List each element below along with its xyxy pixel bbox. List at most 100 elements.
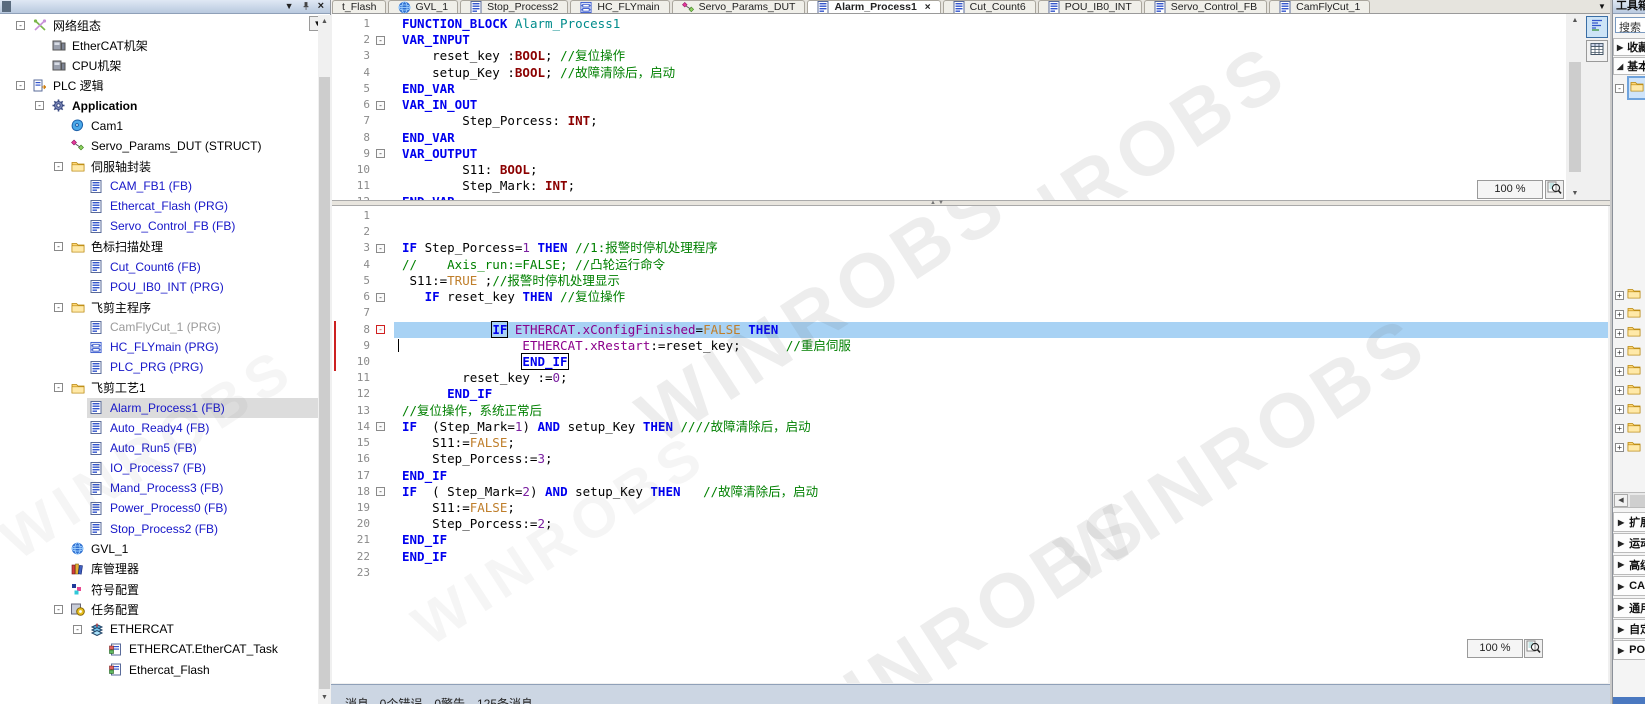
code-line[interactable]: 19 S11:=FALSE; [332,500,1608,516]
code-line[interactable]: 9 ETHERCAT.xRestart:=reset_key; //重启伺服 [332,338,1608,354]
tree-item[interactable]: EtherCAT机架 [0,35,318,55]
tree-item[interactable]: -PLC 逻辑 [0,75,318,95]
breakpoint-margin[interactable] [332,257,342,273]
close-icon[interactable]: × [318,2,324,11]
tab-CamFlyCut_1[interactable]: CamFlyCut_1 [1269,0,1370,13]
code-line[interactable]: 18-IF ( Step_Mark=2) AND setup_Key THEN … [332,484,1608,500]
tree-item[interactable]: Alarm_Process1 (FB) [0,398,318,418]
tree-item[interactable]: GVL_1 [0,539,318,559]
breakpoint-margin[interactable] [332,208,342,224]
breakpoint-margin[interactable] [332,97,342,113]
tree-item[interactable]: Cam1 [0,116,318,136]
code-line[interactable]: 2 [332,224,1608,240]
expander-icon[interactable]: + [1615,405,1624,414]
tab-Servo_Params_DUT[interactable]: Servo_Params_DUT [672,0,806,13]
fold-toggle-icon[interactable]: - [376,422,385,431]
breakpoint-margin[interactable] [332,289,342,305]
tab-Stop_Process2[interactable]: Stop_Process2 [460,0,568,13]
breakpoint-margin[interactable] [332,178,342,194]
breakpoint-margin[interactable] [332,81,342,97]
tree-item[interactable]: PLC_PRG (PRG) [0,357,318,377]
tree-item[interactable]: -网络组态 [0,15,318,35]
toolbox-section-basic[interactable]: ◢ 基本 [1613,57,1645,75]
expander-icon[interactable]: - [16,81,25,90]
tree-item[interactable]: Ethercat_Flash [0,660,318,680]
tree-item[interactable]: -伺服轴封装 [0,156,318,176]
declaration-zoom-level[interactable]: 100 % [1477,180,1543,199]
expander-icon[interactable]: + [1615,367,1624,376]
code-line[interactable]: 5 S11:=TRUE ;//报警时停机处理显示 [332,273,1608,289]
toolbox-category[interactable]: ▶自定义 [1613,619,1645,639]
expander-icon[interactable]: + [1615,291,1624,300]
breakpoint-margin[interactable] [332,273,342,289]
code-line[interactable]: 8END_VAR [332,130,1566,146]
tree-item[interactable]: IO_Process7 (FB) [0,458,318,478]
tree-item[interactable]: Auto_Ready4 (FB) [0,418,318,438]
breakpoint-margin[interactable] [332,162,342,178]
tree-item[interactable]: -任务配置 [0,599,318,619]
expander-icon[interactable]: - [54,162,63,171]
collapse-toggle[interactable]: - [1615,84,1624,93]
code-line[interactable]: 10 END_IF [332,354,1608,370]
implementation-editor[interactable]: 123-IF Step_Porcess=1 THEN //1:报警时停机处理程序… [332,206,1608,683]
toolbox-category[interactable]: ▶扩展 [1613,512,1645,532]
code-line[interactable]: 9-VAR_OUTPUT [332,146,1566,162]
toolbox-folder[interactable]: + [1615,420,1641,438]
tab-overflow-dropdown[interactable]: ▼ [1594,0,1610,13]
breakpoint-margin[interactable] [332,532,342,548]
code-line[interactable]: 21END_IF [332,532,1608,548]
expander-icon[interactable]: + [1615,424,1624,433]
tab-Cut_Count6[interactable]: Cut_Count6 [943,0,1036,13]
toolbox-folder[interactable]: + [1615,439,1641,457]
tree-item[interactable]: 符号配置 [0,579,318,599]
declaration-editor[interactable]: 1FUNCTION_BLOCK Alarm_Process12-VAR_INPU… [332,14,1566,200]
code-line[interactable]: 3-IF Step_Porcess=1 THEN //1:报警时停机处理程序 [332,240,1608,256]
code-line[interactable]: 3 reset_key :BOOL; //复位操作 [332,48,1566,64]
code-line[interactable]: 17END_IF [332,468,1608,484]
declaration-scrollbar[interactable]: ▲ ▼ [1568,14,1582,200]
tree-item[interactable]: -Application [0,96,318,116]
scroll-down-icon[interactable]: ▼ [1568,187,1582,200]
pin-icon[interactable] [302,1,310,13]
tree-item[interactable]: -ETHERCAT [0,619,318,639]
expander-icon[interactable]: + [1615,348,1624,357]
tree-item[interactable]: CPU机架 [0,55,318,75]
breakpoint-margin[interactable] [332,130,342,146]
breakpoint-margin[interactable] [332,113,342,129]
tree-item[interactable]: CamFlyCut_1 (PRG) [0,317,318,337]
code-line[interactable]: 7 [332,305,1608,321]
breakpoint-margin[interactable] [332,451,342,467]
table-view-button[interactable] [1586,40,1608,62]
toolbox-category[interactable]: ▶高级 [1613,555,1645,575]
breakpoint-margin[interactable] [332,419,342,435]
code-line[interactable]: 10 S11: BOOL; [332,162,1566,178]
chevron-down-icon[interactable]: ▼ [285,2,294,11]
breakpoint-margin[interactable] [332,516,342,532]
scroll-up-icon[interactable]: ▲ [1568,14,1582,27]
toolbox-hscrollbar[interactable]: ◀ [1613,492,1645,508]
code-line[interactable]: 4 setup_Key :BOOL; //故障清除后，启动 [332,65,1566,81]
toolbox-folder[interactable]: + [1615,401,1641,419]
toolbox-category[interactable]: ▶CAM [1613,576,1645,596]
fold-toggle-icon[interactable]: - [376,244,385,253]
code-line[interactable]: 4// Axis_run:=FALSE; //凸轮运行命令 [332,257,1608,273]
toolbox-category[interactable]: ▶通用 [1613,598,1645,618]
tree-item[interactable]: Mand_Process3 (FB) [0,478,318,498]
breakpoint-margin[interactable] [332,468,342,484]
fold-toggle-icon[interactable]: - [376,101,385,110]
tab-Alarm_Process1[interactable]: Alarm_Process1× [807,0,940,13]
scroll-thumb[interactable] [1630,495,1645,507]
expander-icon[interactable]: - [54,242,63,251]
toolbox-section-favorites[interactable]: ▶ 收藏夹 [1613,38,1645,56]
tree-item[interactable]: Cut_Count6 (FB) [0,257,318,277]
tab-Servo_Control_FB[interactable]: Servo_Control_FB [1144,0,1267,13]
breakpoint-margin[interactable] [332,565,342,581]
expander-icon[interactable]: - [54,303,63,312]
toolbox-folder[interactable]: + [1615,343,1641,361]
toolbox-category[interactable]: ▶POU [1613,640,1645,660]
zoom-magnifier-button[interactable] [1524,639,1543,658]
tree-item[interactable]: ETHERCAT.EtherCAT_Task [0,639,318,659]
code-line[interactable]: 23 [332,565,1608,581]
code-line[interactable]: 11 Step_Mark: INT; [332,178,1566,194]
breakpoint-margin[interactable] [332,549,342,565]
